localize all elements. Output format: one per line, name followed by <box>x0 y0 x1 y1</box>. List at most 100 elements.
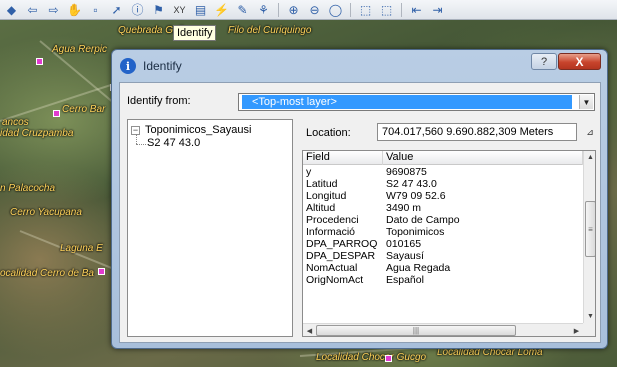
tree-node-layer[interactable]: − Toponimicos_Sayausi <box>131 124 251 136</box>
toolbar-separator <box>350 2 351 17</box>
table-row[interactable]: OrigNomAct Español <box>303 274 583 286</box>
column-header-value[interactable]: Value <box>383 151 583 165</box>
identify-icon[interactable]: ◆ <box>2 1 21 18</box>
table-row[interactable]: Longitud W79 09 52.6 <box>303 190 583 202</box>
previous-extent-icon[interactable]: ⇤ <box>407 1 426 18</box>
table-row[interactable]: DPA_PARROQ 010165 <box>303 238 583 250</box>
dialog-title: Identify <box>143 59 182 73</box>
pointer-icon[interactable]: ➚ <box>107 1 126 18</box>
tree-connector <box>136 134 137 144</box>
field-cell: DPA_DESPAR <box>306 250 376 262</box>
table-row[interactable]: Informació Toponimicos <box>303 226 583 238</box>
horizontal-scrollbar[interactable]: ◀ ||| ▶ <box>303 323 583 336</box>
map-label: Cerro Bar <box>62 104 106 115</box>
identify-from-value: <Top-most layer> <box>242 95 572 109</box>
xy-button[interactable]: XY <box>170 1 189 18</box>
value-cell: Dato de Campo <box>386 214 460 226</box>
map-label: Cerro Yacupana <box>10 207 82 218</box>
tree-node-label: Toponimicos_Sayausi <box>145 124 252 136</box>
map-label: n Palacocha <box>0 183 56 194</box>
column-header-field[interactable]: Field <box>303 151 383 165</box>
grid-rows: y 9690875 Latitud S2 47 43.0 Longitud W79 0… <box>303 166 583 286</box>
resize-grip[interactable] <box>583 323 595 336</box>
field-cell: Longitud <box>306 190 347 202</box>
info-icon[interactable]: ⓘ <box>128 1 147 18</box>
toolbar-separator <box>401 2 402 17</box>
value-cell: Español <box>386 274 424 286</box>
map-point-marker[interactable] <box>53 110 60 117</box>
select-icon[interactable]: ▫ <box>86 1 105 18</box>
zoom-out-icon[interactable]: ⊖ <box>305 1 324 18</box>
measure-icon[interactable]: ▤ <box>191 1 210 18</box>
info-icon: i <box>120 58 136 74</box>
forward-icon[interactable]: ⇨ <box>44 1 63 18</box>
scroll-left-icon[interactable]: ◀ <box>303 324 316 336</box>
scroll-up-icon[interactable]: ▲ <box>584 151 595 164</box>
scroll-right-icon[interactable]: ▶ <box>570 324 583 336</box>
help-button[interactable]: ? <box>531 53 557 70</box>
back-icon[interactable]: ⇦ <box>23 1 42 18</box>
value-cell: Agua Regada <box>386 262 451 274</box>
html-popup-icon[interactable]: ✎ <box>233 1 252 18</box>
chevron-down-icon[interactable]: ▼ <box>579 95 593 109</box>
identify-from-label: Identify from: <box>127 95 191 107</box>
dialog-body: Identify from: <Top-most layer> ▼ − Topo… <box>119 82 601 343</box>
full-extent-icon[interactable]: ◯ <box>326 1 345 18</box>
value-cell: S2 47 43.0 <box>386 178 437 190</box>
fixed-zoom-out-icon[interactable]: ⬚ <box>377 1 396 18</box>
vertical-scrollbar[interactable]: ▲ ≡ ▼ <box>583 151 595 323</box>
map-label: ocalidad Cerro de Ba <box>0 268 94 279</box>
field-cell: Procedenci <box>306 214 359 226</box>
units-menu-icon[interactable]: ⊿ <box>584 123 596 141</box>
location-field: 704.017,560 9.690.882,309 Meters <box>377 123 577 141</box>
scroll-thumb[interactable]: ≡ <box>585 201 595 257</box>
value-cell: Toponimicos <box>386 226 445 238</box>
field-cell: y <box>306 166 312 178</box>
time-slider-icon[interactable]: ⚘ <box>254 1 273 18</box>
pan-icon[interactable]: ✋ <box>65 1 84 18</box>
map-label: Filo del Curiquingo <box>228 25 312 36</box>
identify-dialog: i Identify ? X Identify from: <Top-most … <box>111 49 608 349</box>
grid-header: Field Value <box>303 151 583 165</box>
map-point-marker[interactable] <box>98 268 105 275</box>
value-cell: Sayausí <box>386 250 424 262</box>
map-point-marker[interactable] <box>385 355 392 362</box>
table-row[interactable]: Altitud 3490 m <box>303 202 583 214</box>
value-cell: 010165 <box>386 238 422 250</box>
map-label: Laguna E <box>60 243 103 254</box>
zoom-in-icon[interactable]: ⊕ <box>284 1 303 18</box>
map-toolbar: ◆ ⇦ ⇨ ✋ ▫ ➚ ⓘ ⚑ XY ▤ ⚡ ✎ ⚘ ⊕ ⊖ ◯ ⬚ ⬚ ⇤ ⇥ <box>0 0 617 20</box>
map-label: ancos <box>2 117 29 128</box>
fixed-zoom-in-icon[interactable]: ⬚ <box>356 1 375 18</box>
results-tree: − Toponimicos_Sayausi S2 47 43.0 <box>127 119 293 337</box>
map-label: idad Cruzpamba <box>0 128 74 139</box>
table-row[interactable]: Procedenci Dato de Campo <box>303 214 583 226</box>
field-cell: DPA_PARROQ <box>306 238 378 250</box>
identify-from-select[interactable]: <Top-most layer> ▼ <box>238 93 595 111</box>
table-row[interactable]: DPA_DESPAR Sayausí <box>303 250 583 262</box>
attribute-grid: Field Value y 9690875 Latitud S2 47 43.0 L… <box>302 150 596 337</box>
value-cell: 9690875 <box>386 166 427 178</box>
field-cell: Latitud <box>306 178 338 190</box>
tree-node-feature[interactable]: S2 47 43.0 <box>147 137 200 149</box>
tree-connector <box>136 144 146 145</box>
field-cell: Informació <box>306 226 356 238</box>
field-cell: NomActual <box>306 262 358 274</box>
table-row[interactable]: NomActual Agua Regada <box>303 262 583 274</box>
scroll-thumb[interactable]: ||| <box>316 325 516 336</box>
map-point-marker[interactable] <box>36 58 43 65</box>
scroll-down-icon[interactable]: ▼ <box>584 310 595 323</box>
next-extent-icon[interactable]: ⇥ <box>428 1 447 18</box>
find-icon[interactable]: ⚑ <box>149 1 168 18</box>
value-cell: W79 09 52.6 <box>386 190 446 202</box>
map-label: Localidad Chocar Gucgo <box>316 352 427 363</box>
value-cell: 3490 m <box>386 202 422 214</box>
hyperlink-icon[interactable]: ⚡ <box>212 1 231 18</box>
identify-tooltip: Identify <box>173 25 217 41</box>
table-row[interactable]: y 9690875 <box>303 166 583 178</box>
toolbar-separator <box>278 2 279 17</box>
field-cell: Altitud <box>306 202 336 214</box>
location-label: Location: <box>306 127 351 139</box>
close-button[interactable]: X <box>558 53 601 70</box>
table-row[interactable]: Latitud S2 47 43.0 <box>303 178 583 190</box>
